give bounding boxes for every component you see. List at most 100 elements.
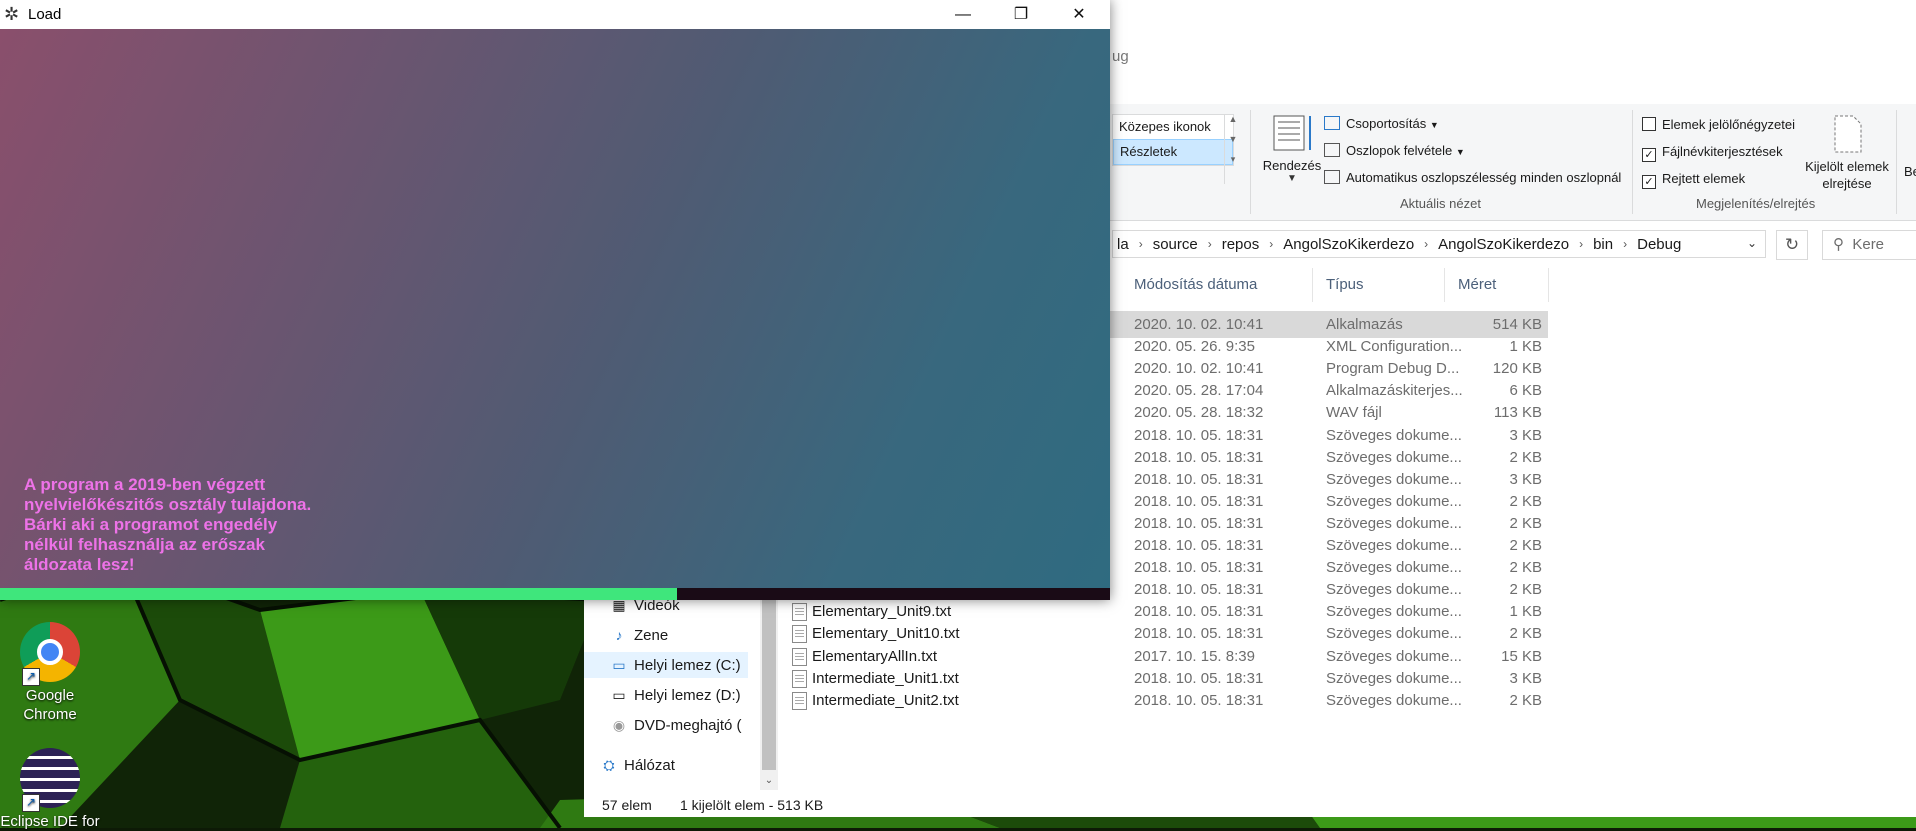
chevron-right-icon[interactable]: ›: [1263, 237, 1279, 251]
explorer-title-fragment: ug: [1112, 48, 1129, 65]
breadcrumb-segment[interactable]: Debug: [1633, 236, 1685, 253]
sort-by-button[interactable]: Rendezés ▼: [1262, 112, 1322, 184]
desktop-icon-label: Google Chrome: [23, 687, 77, 723]
restore-icon: ❐: [1013, 6, 1029, 23]
loading-progress-bar: [0, 588, 1110, 600]
chevron-right-icon[interactable]: ›: [1573, 237, 1589, 251]
window-title: Load: [28, 6, 62, 23]
desktop-icon-eclipse[interactable]: ↗ Eclipse IDE for: [0, 748, 100, 831]
network-icon: ⛭: [603, 757, 615, 773]
current-view-group-label: Aktuális nézet: [1400, 196, 1481, 211]
refresh-icon: ↻: [1784, 235, 1800, 254]
breadcrumb[interactable]: la › source › repos › AngolSzoKikerdezo › An…: [1112, 230, 1766, 258]
options-button-fragment[interactable]: Be: [1904, 164, 1916, 179]
hidden-items-label: Rejtett elemek: [1662, 171, 1746, 186]
shortcut-arrow-icon: ↗: [22, 668, 40, 686]
hide-selected-button[interactable]: Kijelölt elemek elrejtése: [1802, 114, 1892, 192]
scrollbar-thumb[interactable]: [762, 590, 776, 770]
checkbox-checked[interactable]: ✓: [1642, 148, 1656, 162]
file-date: 2018. 10. 05. 18:31: [1134, 691, 1264, 709]
chevron-right-icon[interactable]: ›: [1133, 237, 1149, 251]
nav-item-label: Hálózat: [624, 757, 675, 774]
breadcrumb-segment[interactable]: AngolSzoKikerdezo: [1279, 236, 1418, 253]
shortcut-arrow-icon: ↗: [22, 794, 40, 812]
add-columns-icon: [1324, 143, 1340, 157]
loading-progress-fill: [0, 588, 678, 600]
load-titlebar: ✲ Load — ❐ ✕: [0, 0, 1110, 29]
drive-icon: ▭: [612, 687, 626, 703]
checkbox-unchecked[interactable]: [1642, 117, 1656, 131]
nav-item-network[interactable]: ⛭ Hálózat: [600, 752, 675, 778]
chevron-right-icon[interactable]: ›: [1202, 237, 1218, 251]
column-header-size[interactable]: Méret: [1458, 264, 1496, 306]
search-placeholder: Kere: [1852, 236, 1885, 253]
table-row[interactable]: Intermediate_Unit2.txt 2018. 10. 05. 18:3…: [788, 687, 1548, 714]
windows-drive-icon: ▭: [612, 657, 626, 673]
breadcrumb-segment[interactable]: repos: [1218, 236, 1264, 253]
text-file-icon: [792, 691, 807, 710]
nav-item-drive-c[interactable]: ▭ Helyi lemez (C:): [584, 652, 748, 678]
ownership-notice: A program a 2019-ben végzett nyelvielőké…: [24, 475, 384, 575]
chevron-down-icon[interactable]: ⌄: [760, 772, 778, 790]
size-all-columns-button[interactable]: Automatikus oszlopszélesség minden oszlo…: [1324, 170, 1621, 185]
add-columns-button[interactable]: Oszlopok felvétele ▼: [1324, 143, 1465, 158]
breadcrumb-segment[interactable]: source: [1149, 236, 1202, 253]
sort-icon: [1273, 115, 1311, 151]
item-checkboxes-label: Elemek jelölőnégyzetei: [1662, 117, 1795, 132]
close-icon: ✕: [1072, 6, 1086, 23]
size-columns-icon: [1324, 170, 1340, 184]
column-divider[interactable]: [1312, 268, 1313, 302]
nav-item-drive-d[interactable]: ▭ Helyi lemez (D:): [610, 682, 741, 708]
text-file-icon: [792, 647, 807, 666]
column-header-type[interactable]: Típus: [1326, 264, 1364, 306]
nav-item-music[interactable]: ♪ Zene: [610, 622, 669, 648]
search-input[interactable]: ⚲ Kere: [1822, 230, 1916, 260]
item-count: 57 elem: [602, 797, 652, 813]
eclipse-icon: ↗: [20, 748, 80, 812]
close-button[interactable]: ✕: [1050, 0, 1108, 29]
refresh-button[interactable]: ↻: [1776, 230, 1808, 260]
layout-option-medium-icons[interactable]: Közepes ikonok: [1113, 115, 1233, 139]
breadcrumb-segment[interactable]: bin: [1589, 236, 1617, 253]
status-bar: 57 elem 1 kijelölt elem - 513 KB: [584, 794, 1916, 817]
chrome-icon: ↗: [20, 622, 80, 686]
column-divider[interactable]: [1548, 268, 1549, 302]
notice-line: Bárki aki a programot engedély: [24, 515, 278, 534]
layout-gallery[interactable]: Közepes ikonok Részletek: [1112, 114, 1234, 166]
group-by-button[interactable]: Csoportosítás ▼: [1324, 116, 1439, 131]
hide-selected-label: Kijelölt elemek elrejtése: [1805, 159, 1889, 191]
add-columns-label: Oszlopok felvétele: [1346, 143, 1453, 158]
group-by-label: Csoportosítás: [1346, 116, 1427, 131]
column-divider[interactable]: [1444, 268, 1445, 302]
breadcrumb-segment[interactable]: la: [1113, 236, 1133, 253]
desktop-icon-chrome[interactable]: ↗ Google Chrome: [0, 622, 100, 724]
ribbon-separator: [1250, 110, 1251, 214]
file-extensions-toggle[interactable]: ✓ Fájlnévkiterjesztések: [1642, 144, 1783, 162]
file-name: Intermediate_Unit2.txt: [812, 691, 959, 709]
size-all-columns-label: Automatikus oszlopszélesség minden oszlo…: [1346, 170, 1622, 185]
nav-item-label: Helyi lemez (D:): [634, 687, 741, 704]
file-size: 2 KB: [1509, 691, 1542, 709]
nav-item-label: Zene: [634, 627, 669, 644]
item-checkboxes-toggle[interactable]: Elemek jelölőnégyzetei: [1642, 117, 1795, 132]
chevron-right-icon[interactable]: ›: [1617, 237, 1633, 251]
minimize-icon: —: [955, 6, 971, 23]
navigation-scrollbar[interactable]: ⌄: [760, 590, 778, 790]
restore-button[interactable]: ❐: [992, 0, 1050, 29]
layout-option-details[interactable]: Részletek: [1113, 139, 1233, 165]
app-gear-icon: ✲: [4, 4, 20, 24]
checkbox-checked[interactable]: ✓: [1642, 175, 1656, 189]
nav-item-dvd[interactable]: ◉ DVD-meghajtó (: [610, 712, 742, 738]
ribbon-separator: [1896, 110, 1897, 214]
breadcrumb-segment[interactable]: AngolSzoKikerdezo: [1434, 236, 1573, 253]
selection-info: 1 kijelölt elem - 513 KB: [680, 797, 824, 813]
load-window: ✲ Load — ❐ ✕ A program a 2019-ben végzet…: [0, 0, 1110, 600]
column-header-date[interactable]: Módosítás dátuma: [1134, 264, 1257, 306]
minimize-button[interactable]: —: [934, 0, 992, 29]
chevron-right-icon[interactable]: ›: [1418, 237, 1434, 251]
gallery-scroll[interactable]: ▲ ▼ ▾: [1224, 114, 1241, 184]
chevron-down-icon[interactable]: ⌄: [1747, 236, 1757, 250]
notice-line: A program a 2019-ben végzett: [24, 475, 266, 494]
hidden-items-toggle[interactable]: ✓ Rejtett elemek: [1642, 171, 1745, 189]
navigation-pane: ▦ Videók ♪ Zene ▭ Helyi lemez (C:) ▭ Helyi l…: [584, 590, 763, 790]
